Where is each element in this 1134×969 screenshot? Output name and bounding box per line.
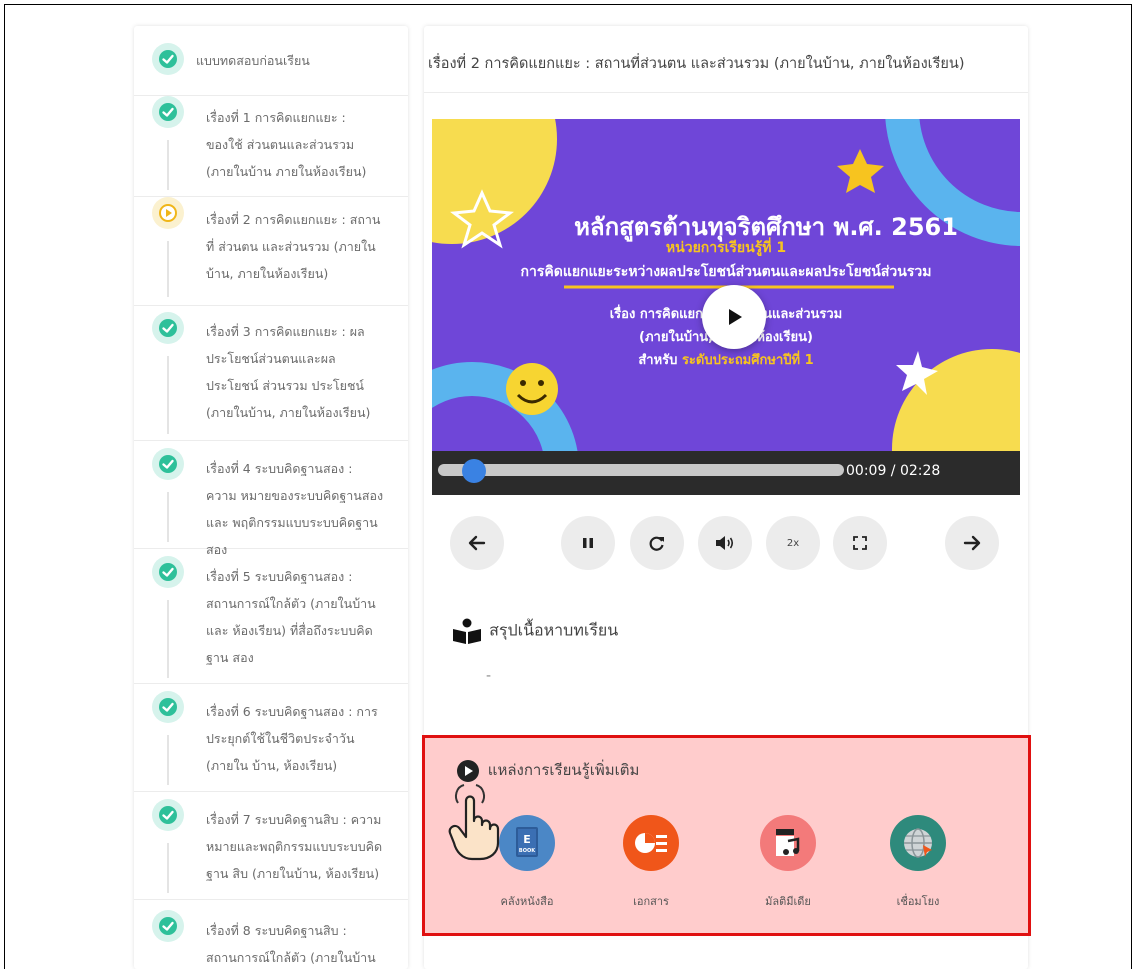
lesson-item-4[interactable]: เรื่องที่ 4 ระบบคิดฐานสอง : ความ หมายของ… [134, 441, 408, 557]
pause-button[interactable] [561, 516, 615, 570]
multimedia-icon [760, 815, 816, 871]
lesson-item-1[interactable]: เรื่องที่ 1 การคิดแยกแยะ : ของใช้ ส่วนตน… [134, 96, 408, 197]
lesson-item-6[interactable]: เรื่องที่ 6 ระบบคิดฐานสอง : การ ประยุกต์… [134, 684, 408, 792]
lesson-label: เรื่องที่ 2 การคิดแยกแยะ : สถานที่ ส่วนต… [206, 212, 381, 281]
summary-content: - [486, 668, 492, 684]
lesson-item-pretest[interactable]: แบบทดสอบก่อนเรียน [134, 26, 408, 96]
resource-links-label: เชื่อมโยง [896, 895, 940, 908]
lesson-label: เรื่องที่ 8 ระบบคิดฐานสิบ : สถานการณ์ใกล… [206, 923, 376, 965]
video-line3-level: ระดับประถมศึกษาปีที่ 1 [681, 353, 814, 368]
check-circle-icon [152, 448, 184, 480]
divider [424, 92, 1028, 93]
lesson-sidebar: แบบทดสอบก่อนเรียน เรื่องที่ 1 การคิดแยกแ… [134, 26, 408, 969]
volume-button[interactable] [698, 516, 752, 570]
video-unit: หน่วยการเรียนรู้ที่ 1 [665, 240, 787, 256]
progress-handle[interactable] [462, 459, 487, 483]
lesson-label: เรื่องที่ 4 ระบบคิดฐานสอง : ความ หมายของ… [206, 461, 384, 557]
timeline-line [167, 140, 169, 190]
svg-text:E: E [523, 833, 531, 846]
lesson-title: เรื่องที่ 2 การคิดแยกแยะ : สถานที่ส่วนตน… [428, 56, 965, 72]
resource-multimedia-button[interactable] [743, 815, 833, 871]
lesson-label: เรื่องที่ 6 ระบบคิดฐานสอง : การ ประยุกต์… [206, 704, 378, 773]
fullscreen-icon [853, 536, 867, 550]
progress-track[interactable] [438, 464, 844, 476]
resource-links-button[interactable] [873, 815, 963, 871]
fullscreen-button[interactable] [833, 516, 887, 570]
playback-speed-button[interactable]: 2x [766, 516, 820, 570]
globe-link-icon [890, 815, 946, 871]
speed-label: 2x [786, 537, 800, 549]
timeline-line [167, 735, 169, 785]
lesson-label: แบบทดสอบก่อนเรียน [196, 53, 310, 68]
timeline-line [167, 492, 169, 542]
video-control-bar: 00:09 / 02:28 [432, 451, 1020, 495]
arrow-right-icon [963, 535, 981, 551]
arrow-left-icon [468, 535, 486, 551]
pause-icon [583, 538, 593, 548]
check-circle-icon [152, 556, 184, 588]
resource-library-label: คลังหนังสือ [500, 895, 554, 908]
previous-button[interactable] [450, 516, 504, 570]
check-circle-icon [152, 691, 184, 723]
lesson-item-7[interactable]: เรื่องที่ 7 ระบบคิดฐานสิบ : ความ หมายและ… [134, 792, 408, 900]
timeline-line [167, 600, 169, 678]
timeline-line [167, 843, 169, 893]
timeline-line [167, 356, 169, 434]
video-player[interactable]: หลักสูตรต้านทุจริตศึกษา พ.ศ. 2561 หน่วยก… [432, 119, 1020, 495]
lesson-item-5[interactable]: เรื่องที่ 5 ระบบคิดฐานสอง : สถานการณ์ใกล… [134, 549, 408, 684]
check-circle-icon [152, 910, 184, 942]
resources-title: แหล่งการเรียนรู้เพิ่มเติม [487, 761, 640, 779]
summary-section: สรุปเนื้อหาบทเรียน [452, 618, 618, 644]
resource-documents-label: เอกสาร [633, 895, 669, 908]
video-timecode: 00:09 / 02:28 [846, 463, 941, 479]
volume-icon [716, 536, 734, 550]
lesson-label: เรื่องที่ 7 ระบบคิดฐานสิบ : ความ หมายและ… [206, 812, 383, 881]
timeline-line [167, 241, 169, 297]
video-line3: สำหรับ ระดับประถมศึกษาปีที่ 1 [432, 349, 1020, 370]
video-line3-prefix: สำหรับ [638, 353, 678, 368]
lesson-label: เรื่องที่ 1 การคิดแยกแยะ : ของใช้ ส่วนตน… [206, 110, 367, 179]
open-book-icon [453, 618, 481, 644]
document-chart-icon [623, 815, 679, 871]
play-circle-icon [457, 759, 479, 782]
check-circle-icon [152, 43, 184, 75]
video-subtitle: การคิดแยกแยะระหว่างผลประโยชน์ส่วนตนและผล… [520, 264, 932, 280]
check-circle-icon [152, 312, 184, 344]
replay-icon [649, 536, 664, 551]
play-circle-icon [152, 197, 184, 229]
replay-button[interactable] [630, 516, 684, 570]
resource-multimedia-label: มัลติมีเดีย [765, 895, 811, 908]
pointing-hand-icon [448, 784, 500, 861]
lesson-item-2[interactable]: เรื่องที่ 2 การคิดแยกแยะ : สถานที่ ส่วนต… [134, 197, 408, 306]
check-circle-icon [152, 799, 184, 831]
play-icon [729, 309, 742, 325]
play-button[interactable] [702, 285, 766, 349]
lesson-item-3[interactable]: เรื่องที่ 3 การคิดแยกแยะ : ผล ประโยชน์ส่… [134, 306, 408, 441]
lesson-item-8[interactable]: เรื่องที่ 8 ระบบคิดฐานสิบ : สถานการณ์ใกล… [134, 900, 408, 969]
next-button[interactable] [945, 516, 999, 570]
resources-header: แหล่งการเรียนรู้เพิ่มเติม [456, 758, 639, 783]
resource-documents-button[interactable] [606, 815, 696, 871]
check-circle-icon [152, 96, 184, 128]
lesson-label: เรื่องที่ 3 การคิดแยกแยะ : ผล ประโยชน์ส่… [206, 324, 371, 420]
lesson-label: เรื่องที่ 5 ระบบคิดฐานสอง : สถานการณ์ใกล… [206, 569, 376, 665]
summary-title: สรุปเนื้อหาบทเรียน [489, 620, 619, 640]
